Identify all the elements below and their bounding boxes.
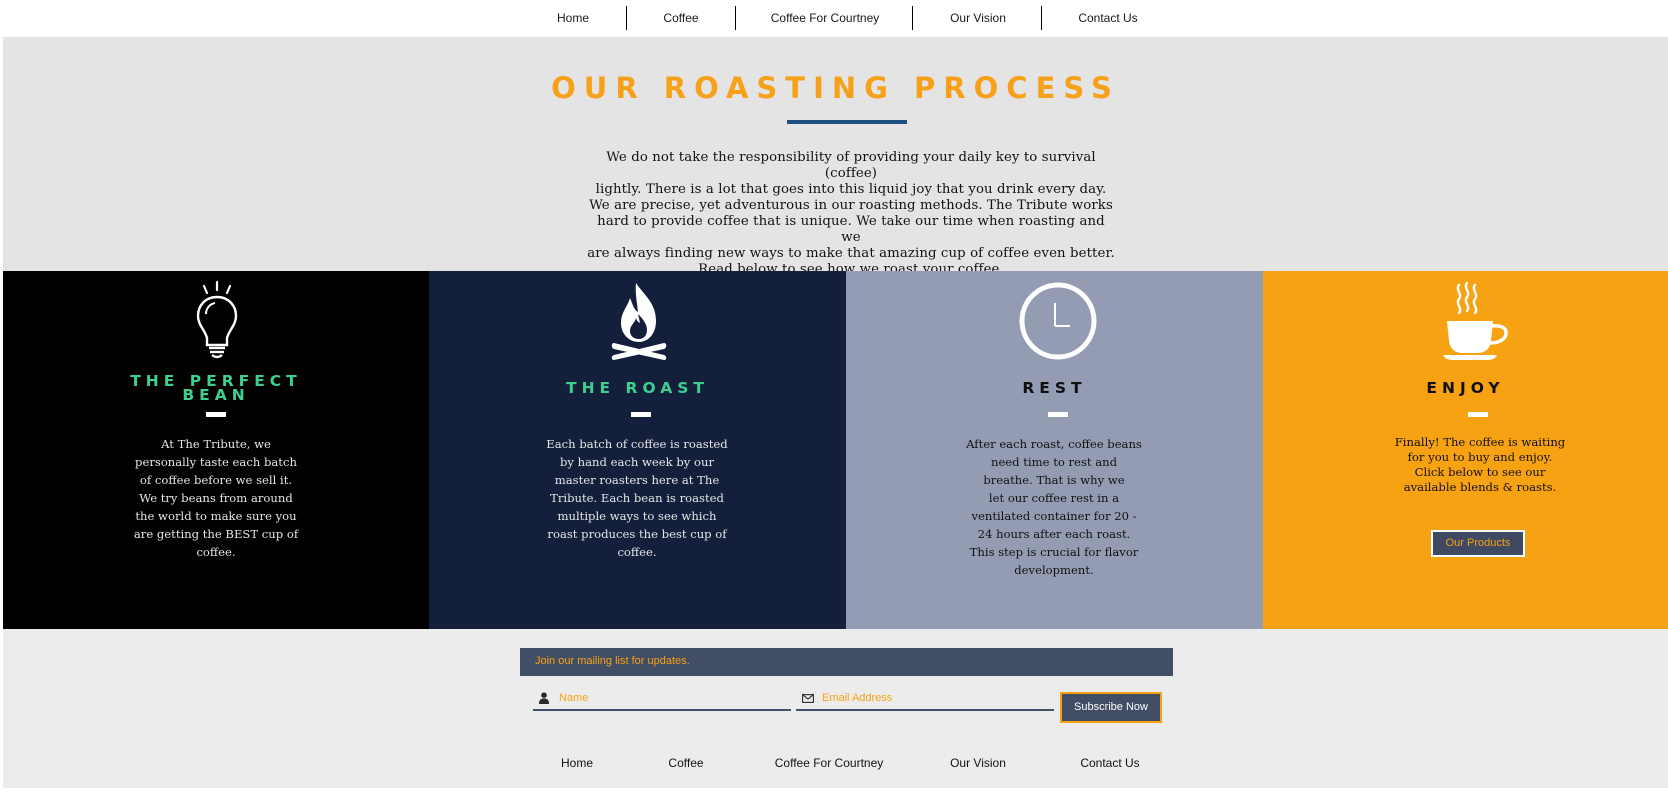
step-text-line: breathe. That is why we — [983, 473, 1125, 487]
coffee-cup-icon — [1443, 281, 1508, 360]
roasting-process-hero: OUR ROASTING PROCESS We do not take the … — [3, 37, 1668, 277]
step-description: After each roast, coffee beans need time… — [948, 435, 1160, 579]
step-text-line: master roasters here at The — [554, 473, 720, 487]
hero-text-line: We are precise, yet adventurous in our r… — [589, 198, 1113, 213]
step-text-line: Click below to see our — [1414, 465, 1546, 479]
name-placeholder: Name — [559, 692, 589, 704]
nav-contact-us-link[interactable]: Contact Us — [1070, 6, 1146, 30]
step-text-line: development. — [1014, 563, 1094, 577]
hero-intro-text: We do not take the responsibility of pro… — [586, 150, 1116, 278]
step-text-line: coffee. — [617, 545, 657, 559]
step-text-line: Finally! The coffee is waiting — [1394, 435, 1566, 449]
nav-divider — [1041, 6, 1042, 30]
subscribe-button[interactable]: Subscribe Now — [1060, 692, 1162, 723]
step-divider — [1468, 412, 1488, 417]
step-text-line: This step is crucial for flavor — [969, 545, 1139, 559]
process-steps: THE PERFECT BEAN At The Tribute, we pers… — [3, 271, 1668, 629]
step-text-line: multiple ways to see which — [557, 509, 717, 523]
mailing-list-heading: Join our mailing list for updates. — [535, 655, 690, 667]
step-text-line: coffee. — [196, 545, 236, 559]
hero-text-line: hard to provide coffee that is unique. W… — [597, 214, 1105, 245]
user-icon — [539, 692, 549, 704]
nav-divider — [626, 6, 627, 30]
step-panel-rest: REST After each roast, coffee beans need… — [846, 271, 1263, 629]
step-text-line: ventilated container for 20 - — [971, 509, 1137, 523]
step-title: THE PERFECT BEAN — [3, 373, 429, 404]
step-text-line: Each batch of coffee is roasted — [546, 437, 728, 451]
step-panel-the-roast: THE ROAST Each batch of coffee is roaste… — [429, 271, 846, 629]
step-text-line: At The Tribute, we — [161, 437, 271, 451]
step-description: Finally! The coffee is waiting for you t… — [1373, 435, 1587, 495]
nav-our-vision-link[interactable]: Our Vision — [938, 6, 1018, 30]
footer-our-vision-link[interactable]: Our Vision — [938, 756, 1018, 770]
step-text-line: for you to buy and enjoy. — [1407, 450, 1553, 464]
step-text-line: personally taste each batch — [135, 455, 297, 469]
nav-coffee-for-courtney-link[interactable]: Coffee For Courtney — [764, 6, 886, 30]
hero-text-line: are always finding new ways to make that… — [587, 246, 1115, 261]
hero-text-line: lightly. There is a lot that goes into t… — [595, 182, 1107, 197]
step-text-line: the world to make sure you — [135, 509, 297, 523]
title-underline — [787, 120, 907, 124]
step-title: REST — [846, 379, 1263, 397]
page-title: OUR ROASTING PROCESS — [551, 71, 1120, 105]
page-bottom-edge — [0, 788, 1668, 798]
step-title-line: ENJOY — [1426, 379, 1505, 397]
nav-divider — [735, 6, 736, 30]
our-products-button[interactable]: Our Products — [1431, 530, 1525, 557]
footer-coffee-for-courtney-link[interactable]: Coffee For Courtney — [765, 756, 893, 770]
step-description: At The Tribute, we personally taste each… — [116, 435, 316, 561]
name-field[interactable]: Name — [533, 687, 791, 711]
step-text-line: We try beans from around — [139, 491, 293, 505]
step-title-line: THE ROAST — [566, 379, 709, 397]
step-divider — [1048, 412, 1068, 417]
nav-divider — [912, 6, 913, 30]
step-text-line: of coffee before we sell it. — [139, 473, 293, 487]
mailing-list-footer: Join our mailing list for updates. Name … — [3, 629, 1668, 788]
top-navigation: Home Coffee Coffee For Courtney Our Visi… — [0, 0, 1668, 37]
step-title: THE ROAST — [429, 379, 846, 397]
footer-home-link[interactable]: Home — [549, 756, 605, 770]
step-text-line: roast produces the best cup of — [547, 527, 727, 541]
nav-home-link[interactable]: Home — [545, 6, 601, 30]
step-text-line: need time to rest and — [990, 455, 1118, 469]
step-text-line: available blends & roasts. — [1403, 480, 1557, 494]
step-text-line: After each roast, coffee beans — [966, 437, 1142, 451]
hero-text-line: We do not take the responsibility of pro… — [606, 150, 1096, 181]
footer-coffee-link[interactable]: Coffee — [656, 756, 716, 770]
step-text-line: Tribute. Each bean is roasted — [550, 491, 724, 505]
email-field[interactable]: Email Address — [796, 687, 1054, 711]
envelope-icon — [802, 694, 814, 703]
step-panel-enjoy: ENJOY Finally! The coffee is waiting for… — [1263, 271, 1668, 629]
nav-coffee-link[interactable]: Coffee — [651, 6, 711, 30]
step-divider — [631, 412, 651, 417]
clock-icon — [1019, 282, 1097, 360]
step-title-line: BEAN — [182, 386, 250, 404]
step-text-line: are getting the BEST cup of — [133, 527, 299, 541]
mailing-list-banner: Join our mailing list for updates. — [520, 648, 1173, 676]
lightbulb-icon — [196, 281, 238, 359]
campfire-icon — [611, 283, 667, 360]
step-text-line: 24 hours after each roast. — [977, 527, 1131, 541]
step-title-line: REST — [1022, 379, 1087, 397]
step-text-line: by hand each week by our — [559, 455, 715, 469]
step-description: Each batch of coffee is roasted by hand … — [532, 435, 742, 561]
step-title: ENJOY — [1263, 379, 1668, 397]
step-text-line: let our coffee rest in a — [988, 491, 1120, 505]
footer-contact-us-link[interactable]: Contact Us — [1072, 756, 1148, 770]
email-placeholder: Email Address — [822, 692, 893, 704]
step-divider — [206, 412, 226, 417]
step-panel-perfect-bean: THE PERFECT BEAN At The Tribute, we pers… — [3, 271, 429, 629]
